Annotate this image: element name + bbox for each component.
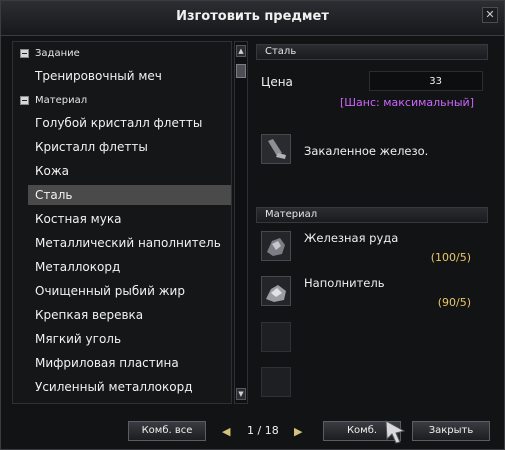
- recipe-item-label: Мягкий уголь: [35, 332, 122, 346]
- collapse-icon[interactable]: [20, 49, 29, 58]
- craft-window: Изготовить предмет ✕ Задание Тренировочн…: [0, 0, 505, 450]
- recipe-item[interactable]: Мифриловая пластина: [13, 353, 231, 373]
- page-indicator: 1 / 18: [247, 424, 279, 437]
- tempered-iron-icon: [262, 135, 290, 163]
- recipe-item-label: Костная мука: [35, 212, 122, 226]
- material-count: (90/5): [437, 296, 471, 309]
- materials-header: Материал: [256, 207, 488, 223]
- recipe-item[interactable]: Кристалл флетты: [13, 137, 231, 157]
- list-scrollbar[interactable]: ▲ ▼: [234, 41, 248, 404]
- material-name: Железная руда: [304, 231, 399, 245]
- category-header-material[interactable]: Материал: [13, 91, 231, 111]
- material-slot-filler[interactable]: [261, 276, 291, 306]
- result-item-name: Закаленное железо.: [304, 144, 429, 158]
- title-bar[interactable]: Изготовить предмет ✕: [1, 1, 504, 36]
- recipe-item-label: Мифриловая пластина: [35, 356, 179, 370]
- chance-text: [Шанс: максимальный]: [340, 96, 474, 109]
- scroll-up-icon[interactable]: ▲: [236, 45, 246, 57]
- recipe-item[interactable]: Костная мука: [13, 209, 231, 229]
- recipe-item-label: Кристалл флетты: [35, 140, 148, 154]
- price-label: Цена: [261, 75, 293, 89]
- recipe-item[interactable]: Усиленный металлокорд: [13, 377, 231, 397]
- filler-icon: [262, 277, 290, 305]
- material-slot-iron-ore[interactable]: [261, 231, 291, 261]
- empty-material-slot: [261, 322, 291, 352]
- recipe-item[interactable]: Крепкая веревка: [13, 305, 231, 325]
- mouse-cursor-icon: [385, 420, 406, 444]
- recipe-list: Задание Тренировочный меч Материал Голуб…: [12, 41, 232, 404]
- item-header: Сталь: [256, 44, 488, 60]
- iron-ore-icon: [262, 232, 290, 260]
- material-count: (100/5): [430, 251, 471, 264]
- recipe-item-label: Крепкая веревка: [35, 308, 144, 322]
- recipe-item-label: Очищенный рыбий жир: [35, 284, 185, 298]
- category-label: Задание: [35, 48, 80, 59]
- recipe-item-selected[interactable]: Сталь: [28, 185, 231, 205]
- category-label: Материал: [35, 95, 88, 106]
- material-name: Наполнитель: [304, 276, 385, 290]
- recipe-item-label: Сталь: [35, 188, 73, 202]
- category-header-task[interactable]: Задание: [13, 44, 231, 64]
- close-icon[interactable]: ✕: [482, 7, 498, 23]
- recipe-item-label: Тренировочный меч: [35, 69, 162, 83]
- recipe-item-label: Металлический наполнитель: [35, 236, 221, 250]
- price-field: 33: [369, 71, 483, 91]
- collapse-icon[interactable]: [20, 96, 29, 105]
- recipe-item-label: Голубой кристалл флетты: [35, 116, 203, 130]
- price-value: 33: [429, 76, 442, 87]
- combine-all-button[interactable]: Комб. все: [128, 421, 206, 441]
- window-title: Изготовить предмет: [176, 9, 329, 24]
- recipe-details: Сталь Цена 33 [Шанс: максимальный] Закал…: [254, 41, 491, 404]
- close-button[interactable]: Закрыть: [412, 421, 490, 441]
- recipe-item[interactable]: Мягкий уголь: [13, 329, 231, 349]
- recipe-item[interactable]: Металлокорд: [13, 257, 231, 277]
- recipe-item-label: Металлокорд: [35, 260, 121, 274]
- scroll-down-icon[interactable]: ▼: [236, 388, 246, 400]
- recipe-item[interactable]: Металлический наполнитель: [13, 233, 231, 253]
- result-item-slot[interactable]: [261, 134, 291, 164]
- recipe-item-label: Усиленный металлокорд: [35, 380, 193, 394]
- recipe-item[interactable]: Голубой кристалл флетты: [13, 113, 231, 133]
- recipe-item[interactable]: Кожа: [13, 161, 231, 181]
- next-page-icon[interactable]: ▶: [294, 425, 302, 438]
- empty-material-slot: [261, 367, 291, 397]
- prev-page-icon[interactable]: ◀: [222, 425, 230, 438]
- scroll-thumb[interactable]: [236, 64, 246, 78]
- recipe-item[interactable]: Очищенный рыбий жир: [13, 281, 231, 301]
- recipe-item-training-sword[interactable]: Тренировочный меч: [13, 66, 231, 86]
- recipe-item-label: Кожа: [35, 164, 70, 178]
